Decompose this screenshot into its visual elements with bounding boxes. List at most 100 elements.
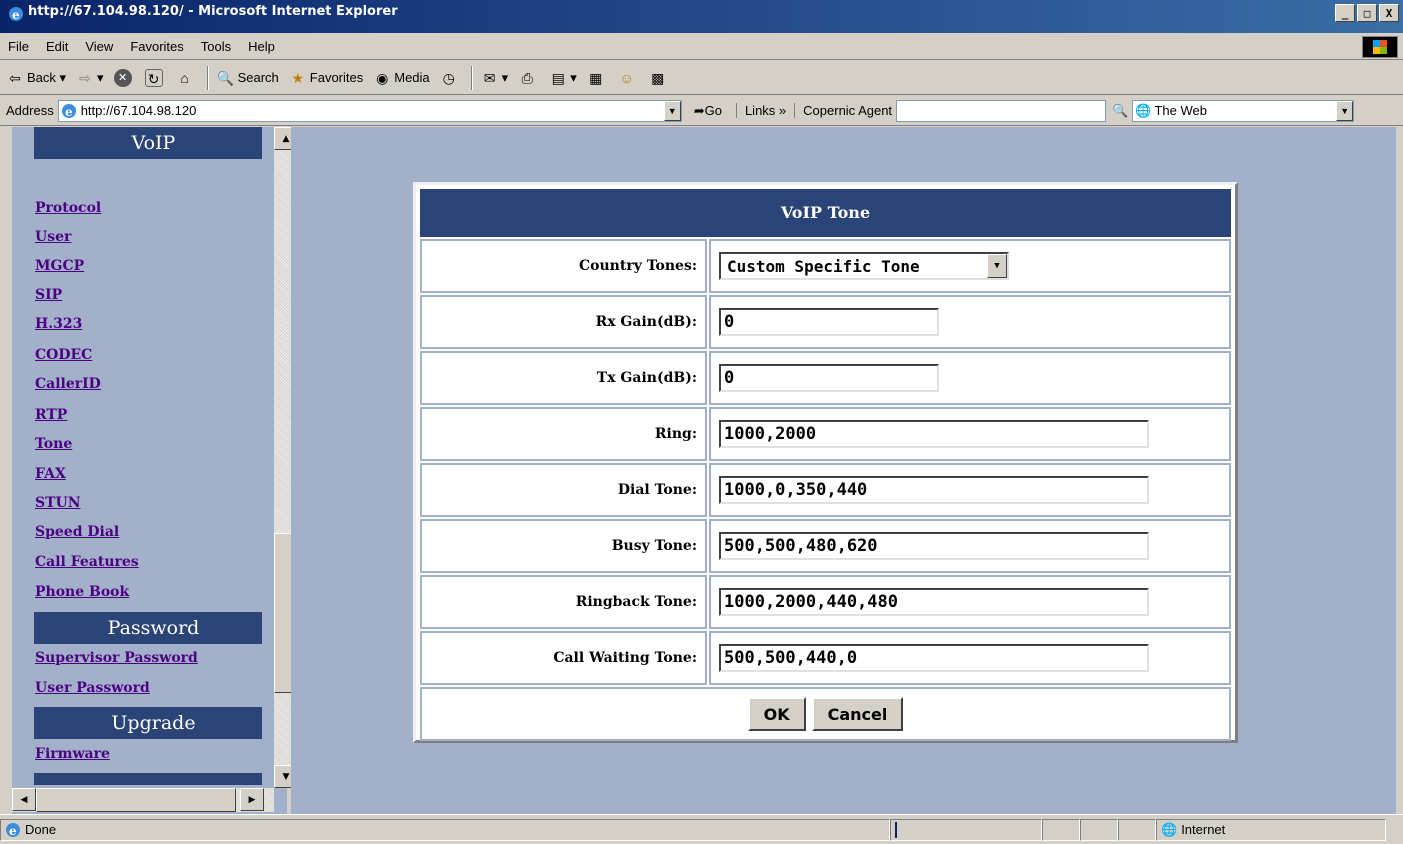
cancel-button[interactable]: Cancel: [811, 697, 904, 731]
form-value-cell: Custom Specific Tone ▼: [709, 239, 1231, 293]
menu-file[interactable]: File: [8, 39, 29, 54]
nav-link-protocol[interactable]: Protocol: [35, 200, 101, 216]
nav-link-user-password[interactable]: User Password: [35, 680, 150, 696]
search-scope-dropdown-button[interactable]: ▼: [1336, 100, 1354, 121]
search-button[interactable]: 🔍 Search: [217, 69, 279, 87]
nav-link-user[interactable]: User: [35, 229, 71, 245]
tx-gain-label: Tx Gain(dB):: [420, 351, 707, 405]
maximize-button[interactable]: □: [1357, 4, 1377, 22]
ring-input[interactable]: [719, 420, 1149, 448]
navigation-menu: VoIP Protocol User MGCP SIP H.323 CODEC …: [12, 127, 262, 788]
ringback-tone-label: Ringback Tone:: [420, 575, 707, 629]
dial-tone-input[interactable]: [719, 476, 1149, 504]
toolbar: ⇦ Back ▾ ⇨ ▾ ✕ ↻ ⌂ 🔍 Search ★ Favorites ◉ Med…: [0, 61, 1403, 95]
window-title: http://67.104.98.120/ - Microsoft Intern…: [28, 4, 398, 19]
security-zone-text: Internet: [1181, 822, 1226, 837]
nav-link-h323[interactable]: H.323: [35, 316, 82, 332]
call-waiting-tone-label: Call Waiting Tone:: [420, 631, 707, 685]
nav-link-speed-dial[interactable]: Speed Dial: [35, 524, 119, 540]
copernic-agent-label: Copernic Agent: [794, 103, 892, 118]
menu-favorites[interactable]: Favorites: [130, 39, 183, 54]
svg-text:e: e: [9, 824, 17, 838]
page-done-icon: e: [6, 822, 20, 838]
mail-button[interactable]: ✉ ▾: [481, 69, 508, 87]
status-text: Done: [25, 822, 57, 837]
address-dropdown-button[interactable]: ▼: [663, 100, 681, 121]
tx-gain-input[interactable]: [719, 364, 939, 392]
horizontal-scroll-thumb[interactable]: [36, 788, 236, 812]
form-value-cell: [709, 295, 1231, 349]
nav-link-tone[interactable]: Tone: [35, 436, 72, 452]
stop-button[interactable]: ✕: [113, 68, 135, 87]
nav-link-callerid[interactable]: CallerID: [35, 376, 101, 392]
form-value-cell: [709, 407, 1231, 461]
nav-link-stun[interactable]: STUN: [35, 495, 81, 511]
windows-logo-icon: [1362, 36, 1398, 58]
browser-content: VoIP Protocol User MGCP SIP H.323 CODEC …: [0, 127, 1403, 814]
security-zone-cell: 🌐 Internet: [1156, 818, 1386, 841]
minimize-button[interactable]: _: [1335, 4, 1355, 22]
go-button[interactable]: ➦ Go: [694, 103, 722, 119]
scroll-right-button[interactable]: ▶: [240, 788, 264, 811]
address-url: http://67.104.98.120: [80, 103, 197, 118]
menu-view[interactable]: View: [85, 39, 113, 54]
history-button[interactable]: ◷: [440, 69, 461, 87]
call-waiting-tone-input[interactable]: [719, 644, 1149, 672]
page-icon: e: [61, 103, 76, 119]
title-bar: e http://67.104.98.120/ - Microsoft Inte…: [0, 0, 1403, 33]
search-icon: 🔍: [216, 69, 235, 86]
country-tones-dropdown-button[interactable]: ▼: [987, 254, 1007, 278]
nav-link-mgcp[interactable]: MGCP: [35, 258, 84, 274]
nav-link-firmware[interactable]: Firmware: [35, 746, 110, 762]
country-tones-select[interactable]: Custom Specific Tone ▼: [719, 252, 1009, 280]
nav-link-supervisor-password[interactable]: Supervisor Password: [35, 650, 198, 666]
nav-link-phone-book[interactable]: Phone Book: [35, 584, 129, 600]
back-button[interactable]: ⇦ Back ▾: [6, 69, 66, 87]
search-magnifier-icon[interactable]: 🔍: [1112, 103, 1128, 119]
history-icon: ◷: [442, 69, 455, 86]
favorites-button[interactable]: ★ Favorites: [289, 69, 364, 87]
nav-link-codec[interactable]: CODEC: [35, 347, 92, 363]
nav-link-sip[interactable]: SIP: [35, 287, 62, 303]
media-button[interactable]: ◉ Media: [373, 69, 430, 87]
address-input[interactable]: e http://67.104.98.120 ▼: [57, 99, 682, 122]
form-row: Dial Tone:: [420, 463, 1231, 517]
search-scope-select[interactable]: 🌐 The Web ▼: [1132, 99, 1355, 122]
close-button[interactable]: X: [1379, 4, 1399, 22]
home-button[interactable]: ⌂: [176, 69, 197, 87]
nav-link-call-features[interactable]: Call Features: [35, 554, 139, 570]
search-scope-value: The Web: [1154, 103, 1207, 118]
ok-button[interactable]: OK: [747, 697, 806, 731]
messenger-button[interactable]: ☺: [618, 69, 639, 87]
research-button[interactable]: ▩: [649, 69, 670, 87]
horizontal-scrollbar[interactable]: ◀ ▶: [12, 788, 274, 812]
rx-gain-input[interactable]: [719, 308, 939, 336]
copernic-search-input[interactable]: [896, 99, 1107, 122]
edit-button[interactable]: ▤ ▾: [549, 69, 577, 87]
progress-indicator: [895, 821, 897, 838]
form-value-cell: [709, 463, 1231, 517]
edit-icon: ▤: [551, 69, 565, 86]
country-tones-value: Custom Specific Tone: [727, 256, 920, 276]
section-header-password: Password: [34, 612, 262, 644]
media-icon: ◉: [376, 69, 389, 86]
status-bar: e Done 🌐 Internet: [0, 814, 1403, 844]
discuss-icon: ▦: [589, 69, 603, 86]
links-button[interactable]: Links »: [735, 103, 786, 118]
busy-tone-input[interactable]: [719, 532, 1149, 560]
form-value-cell: [709, 631, 1231, 685]
scroll-left-button[interactable]: ◀: [12, 788, 36, 811]
nav-link-fax[interactable]: FAX: [35, 466, 66, 482]
forward-button[interactable]: ⇨ ▾: [76, 69, 103, 87]
ie-icon: e: [9, 7, 23, 22]
menu-edit[interactable]: Edit: [46, 39, 68, 54]
menu-tools[interactable]: Tools: [201, 39, 231, 54]
refresh-button[interactable]: ↻: [144, 68, 166, 87]
discuss-button[interactable]: ▦: [587, 69, 608, 87]
menu-bar: File Edit View Favorites Tools Help: [0, 33, 1403, 60]
ringback-tone-input[interactable]: [719, 588, 1149, 616]
print-button[interactable]: ⎙: [518, 69, 539, 87]
status-cell-blank: [1118, 818, 1156, 841]
menu-help[interactable]: Help: [248, 39, 275, 54]
nav-link-rtp[interactable]: RTP: [35, 407, 67, 423]
